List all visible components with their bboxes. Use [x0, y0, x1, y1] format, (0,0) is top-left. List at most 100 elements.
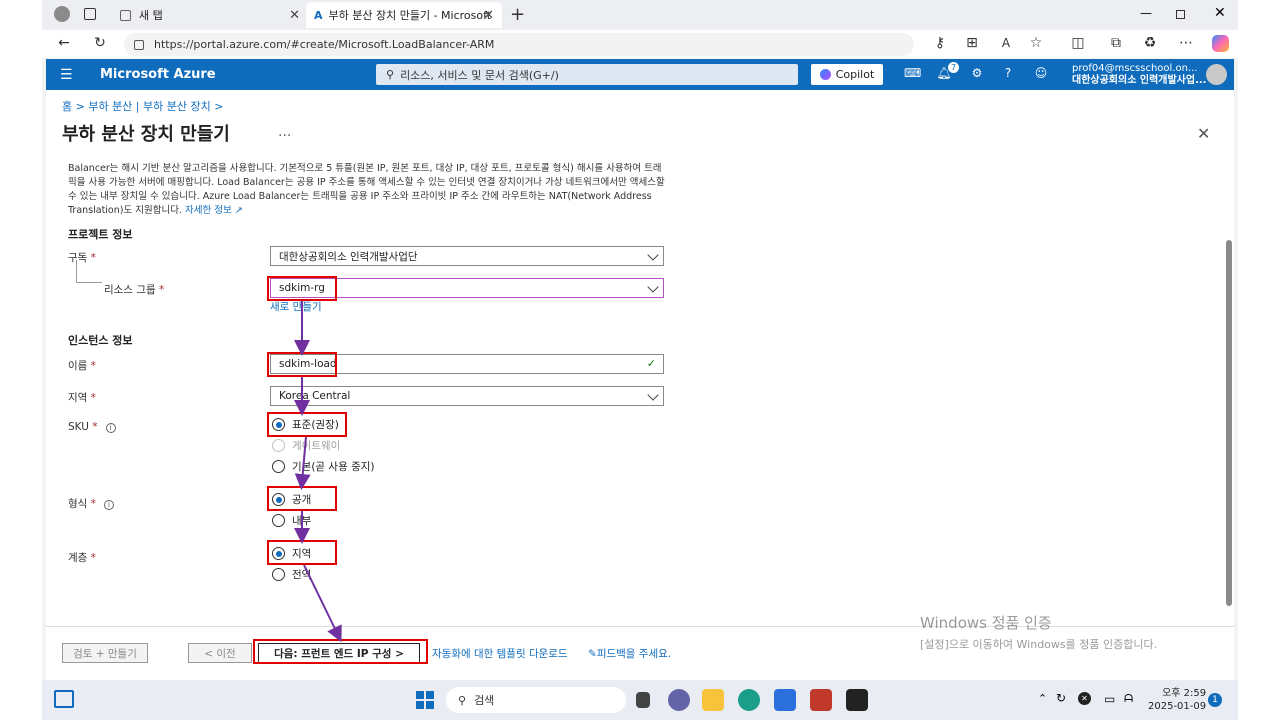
avatar[interactable]	[1206, 64, 1227, 85]
name-label: 이름 *	[68, 360, 96, 372]
tab-strip: 새 탭 ✕ A 부하 분산 장치 만들기 - Microsoft ✕ + — ✕	[42, 0, 1238, 30]
back-icon[interactable]: ←	[54, 33, 74, 53]
cloud-shell-icon[interactable]: ⌨	[904, 66, 921, 82]
tier-label-text: 계층	[68, 552, 88, 564]
highlight-box	[253, 639, 428, 664]
widgets-icon[interactable]	[54, 690, 74, 708]
feedback-icon: ✎	[588, 648, 597, 660]
tab-label: 부하 분산 장치 만들기 - Microsoft	[328, 9, 492, 22]
external-link-icon: ↗	[231, 205, 243, 216]
more-options-icon[interactable]: ...	[278, 124, 291, 140]
minimize-icon[interactable]: —	[1140, 6, 1152, 20]
new-tab-button[interactable]: +	[510, 4, 525, 25]
close-window-icon[interactable]: ✕	[1214, 5, 1226, 21]
apps-icon[interactable]: ⊞	[962, 33, 982, 53]
chevron-down-icon	[647, 249, 659, 261]
more-icon[interactable]: ⋯	[1176, 33, 1196, 53]
tab-new-tab[interactable]: 새 탭 ✕	[112, 2, 308, 28]
store-icon[interactable]	[774, 689, 796, 711]
learn-more-link[interactable]: 자세한 정보	[185, 205, 232, 216]
settings-gear-icon[interactable]: ⚙	[969, 66, 985, 82]
highlight-box	[267, 540, 337, 565]
page-icon	[120, 9, 131, 21]
feedback-icon[interactable]: ☺	[1033, 66, 1049, 82]
info-icon[interactable]: i	[103, 500, 114, 510]
error-icon[interactable]: ✕	[1078, 692, 1091, 705]
radio-icon	[272, 439, 285, 452]
radio-icon	[272, 568, 285, 581]
favorite-star-icon[interactable]: ☆	[1026, 33, 1046, 53]
help-icon[interactable]: ?	[1000, 66, 1016, 82]
tab-actions-icon[interactable]	[84, 8, 96, 20]
terminal-icon[interactable]	[846, 689, 868, 711]
key-icon[interactable]: ⚷	[930, 33, 950, 53]
split-screen-icon[interactable]: ◫	[1068, 33, 1088, 53]
type-internal-radio[interactable]: 내부	[272, 513, 311, 528]
taskbar-search-text: 검색	[474, 694, 495, 707]
review-create-button[interactable]: 검토 + 만들기	[62, 643, 148, 663]
close-icon[interactable]: ✕	[1197, 124, 1210, 143]
scrollbar[interactable]	[1226, 240, 1232, 606]
monitor-icon[interactable]: ▭	[1104, 692, 1115, 706]
restore-icon[interactable]	[1176, 10, 1185, 19]
tray-chevron-icon[interactable]: ⌃	[1038, 692, 1047, 705]
checkmark-icon: ✓	[646, 357, 656, 370]
start-icon[interactable]	[416, 691, 434, 709]
chevron-down-icon	[647, 281, 659, 293]
language-icon[interactable]: ᗩ	[1124, 692, 1133, 706]
app-icon[interactable]	[810, 689, 832, 711]
menu-icon[interactable]: ☰	[60, 67, 73, 83]
feedback-text: 피드백을 주세요.	[596, 648, 672, 660]
feedback-link[interactable]: ✎피드백을 주세요.	[588, 646, 671, 661]
template-download-link[interactable]: 자동화에 대한 템플릿 다운로드	[432, 646, 568, 661]
close-icon[interactable]: ✕	[289, 8, 300, 23]
project-section-heading: 프로젝트 정보	[68, 228, 133, 241]
edge-icon[interactable]	[738, 689, 760, 711]
instance-section-heading: 인스턴스 정보	[68, 334, 133, 347]
search-icon: ⚲	[386, 68, 395, 81]
collections-icon[interactable]: ⧉	[1106, 33, 1126, 53]
region-value: Korea Central	[279, 390, 351, 402]
breadcrumb[interactable]: 홈 > 부하 분산 | 부하 분산 장치 >	[62, 98, 223, 114]
create-new-link[interactable]: 새로 만들기	[270, 299, 322, 314]
tab-load-balancer[interactable]: A 부하 분산 장치 만들기 - Microsoft ✕	[306, 2, 502, 28]
refresh-icon[interactable]: ↻	[90, 33, 110, 53]
close-icon[interactable]: ✕	[483, 8, 494, 23]
notification-badge[interactable]: 1	[1208, 693, 1222, 707]
clock[interactable]: 오후 2:59 2025-01-09	[1148, 687, 1206, 713]
read-aloud-icon[interactable]: A	[996, 33, 1016, 53]
highlight-box	[267, 276, 337, 301]
profile-avatar[interactable]	[54, 6, 70, 22]
task-view-icon[interactable]	[636, 692, 650, 708]
file-explorer-icon[interactable]	[702, 689, 724, 711]
info-icon[interactable]: i	[105, 423, 116, 433]
extensions-icon[interactable]: ♻	[1140, 33, 1160, 53]
sync-icon[interactable]: ↻	[1056, 691, 1066, 705]
tier-global-radio[interactable]: 전역	[272, 567, 311, 582]
watermark-title: Windows 정품 인증	[920, 614, 1052, 632]
azure-icon: A	[314, 8, 323, 22]
radio-icon	[272, 514, 285, 527]
rg-label-text: 리소스 그룹	[104, 284, 156, 296]
copilot-button[interactable]: Copilot	[811, 64, 883, 85]
taskbar-search-input[interactable]: ⚲ 검색	[446, 687, 626, 713]
clock-time: 오후 2:59	[1162, 688, 1207, 699]
teams-icon[interactable]	[668, 689, 690, 711]
subscription-dropdown[interactable]: 대한상공회의소 인력개발사업단	[270, 246, 664, 266]
search-icon: ⚲	[458, 693, 467, 707]
url-field[interactable]: https://portal.azure.com/#create/Microso…	[124, 33, 914, 56]
clock-date: 2025-01-09	[1148, 701, 1207, 712]
region-dropdown[interactable]: Korea Central	[270, 386, 664, 406]
global-search-input[interactable]: ⚲ 리소스, 서비스 및 문서 검색(G+/)	[376, 64, 798, 85]
url-text: https://portal.azure.com/#create/Microso…	[154, 38, 495, 51]
browser-window: 새 탭 ✕ A 부하 분산 장치 만들기 - Microsoft ✕ + — ✕…	[42, 0, 1238, 720]
azure-brand[interactable]: Microsoft Azure	[100, 67, 216, 82]
windows-taskbar: ⚲ 검색 ⌃ ↻ ✕ ▭ ᗩ 오후 2:59 2025-01-09 1	[42, 680, 1238, 720]
resource-group-label: 리소스 그룹 *	[104, 284, 165, 296]
previous-button[interactable]: < 이전	[188, 643, 252, 663]
sku-basic-radio[interactable]: 기본(곧 사용 중지)	[272, 459, 375, 474]
copilot-icon[interactable]	[1212, 35, 1229, 52]
sku-option-label: 기본(곧 사용 중지)	[292, 461, 375, 473]
tree-connector	[76, 260, 102, 283]
account-info[interactable]: prof04@mscsschool.on... 대한상공회의소 인력개발사업..…	[1072, 63, 1206, 87]
